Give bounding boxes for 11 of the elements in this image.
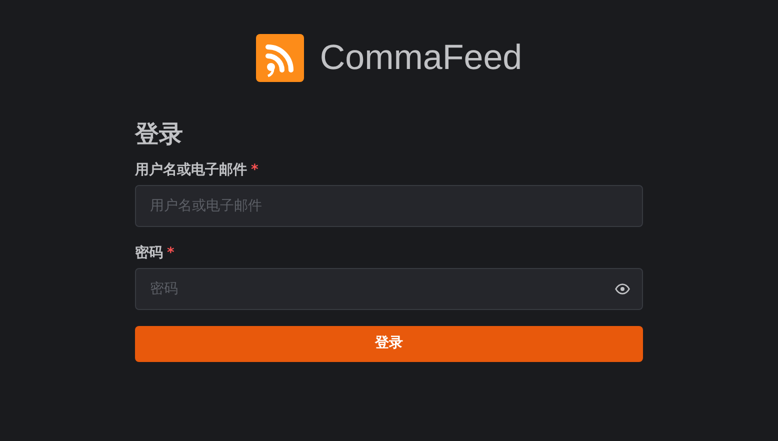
page-title: 登录 [135, 118, 184, 150]
brand-name: CommaFeed [320, 37, 522, 79]
required-mark: * [167, 244, 174, 263]
logo-icon [256, 34, 304, 82]
password-field[interactable]: 密码 [135, 268, 643, 310]
show-password-icon[interactable] [614, 280, 631, 297]
username-field[interactable]: 用户名或电子邮件 [135, 184, 643, 227]
login-button[interactable]: 登录 [135, 326, 643, 362]
field-label: 密码 [135, 244, 163, 263]
required-mark: * [251, 160, 258, 180]
field-label: 用户名或电子邮件 [135, 160, 247, 180]
